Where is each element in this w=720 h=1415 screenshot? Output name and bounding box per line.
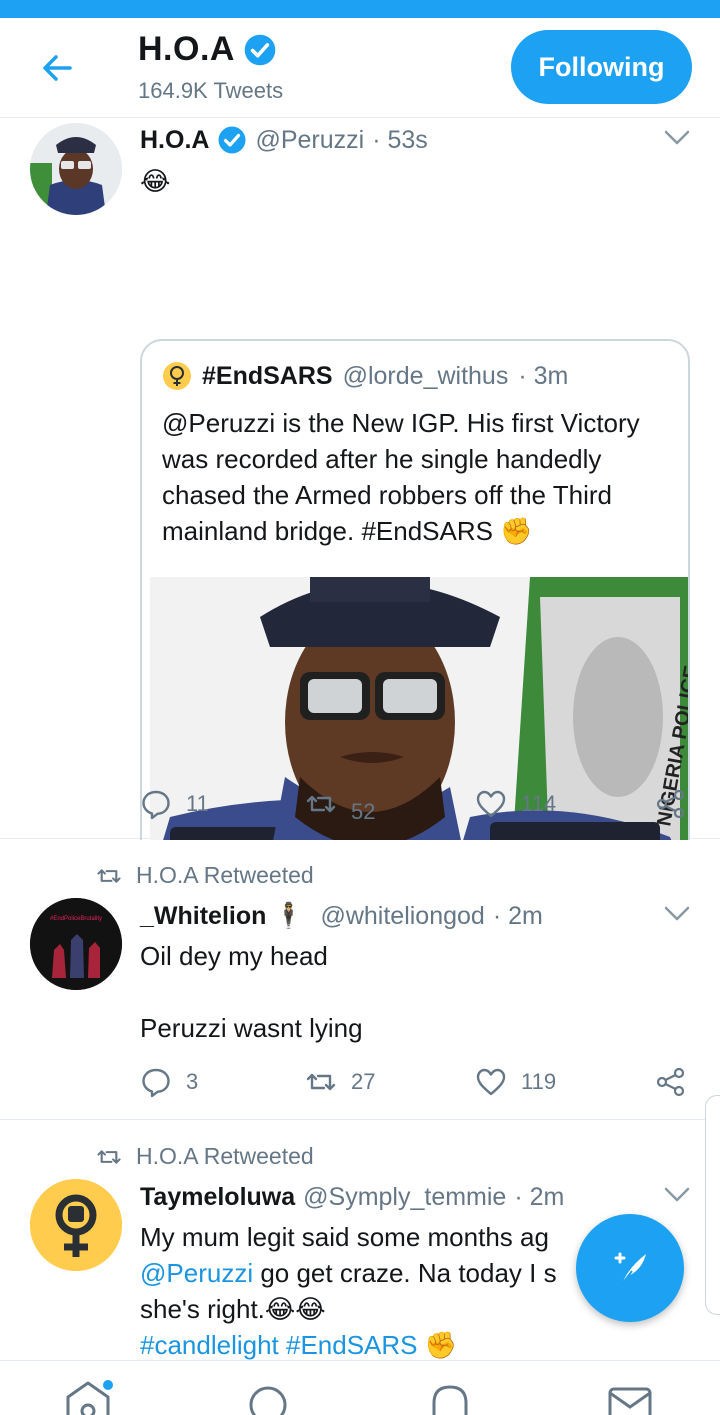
tweet-time: · 53s xyxy=(372,125,428,154)
avatar[interactable] xyxy=(30,123,122,215)
back-arrow-icon[interactable] xyxy=(36,46,80,90)
tweet-actions: 3 27 119 xyxy=(140,1066,695,1106)
like-icon xyxy=(476,1068,506,1096)
quote-author-name: #EndSARS xyxy=(202,361,333,390)
tweet-text-line: she's right.😂😂 xyxy=(140,1294,326,1324)
tweet-header: H.O.A @Peruzzi · 53s xyxy=(140,125,428,155)
status-bar xyxy=(0,0,720,18)
author-handle[interactable]: @whiteliongod xyxy=(320,902,484,931)
retweet-count: 27 xyxy=(351,1069,376,1094)
chevron-down-icon[interactable] xyxy=(663,129,691,147)
profile-header: H.O.A 164.9K Tweets Following xyxy=(0,18,720,118)
notifications-icon[interactable] xyxy=(420,1375,480,1415)
author-name[interactable]: H.O.A xyxy=(140,126,209,155)
tweet-text-line: Peruzzi wasnt lying xyxy=(140,1013,363,1043)
author-name[interactable]: _Whitelion 🕴 xyxy=(140,902,304,931)
tweet-text-line: My mum legit said some months ag xyxy=(140,1222,549,1252)
like-icon xyxy=(476,790,506,818)
tweet-text-line: @Peruzzi go get craze. Na today I s xyxy=(140,1255,557,1291)
profile-name: H.O.A xyxy=(138,30,235,68)
retweet-icon xyxy=(97,868,121,883)
quote-time: · 3m xyxy=(518,361,569,390)
like-button[interactable]: 119 xyxy=(475,1066,556,1098)
verified-icon xyxy=(218,126,246,154)
compose-icon xyxy=(614,1252,646,1285)
tweet-text: 😂 xyxy=(140,166,171,196)
quote-author-handle: @lorde_withus xyxy=(342,361,509,390)
retweeted-by-label: H.O.A Retweeted xyxy=(136,862,314,888)
share-button[interactable] xyxy=(655,1066,687,1098)
home-icon[interactable] xyxy=(58,1375,118,1415)
retweet-icon xyxy=(97,1149,121,1164)
feminist-fist-icon xyxy=(163,362,191,390)
verified-icon xyxy=(244,34,276,65)
bottom-navigation xyxy=(0,1360,720,1415)
messages-icon[interactable] xyxy=(600,1375,660,1415)
tweet-header: Taymeloluwa @Symply_temmie · 2m xyxy=(140,1183,564,1212)
hashtag-links[interactable]: #candlelight #EndSARS ✊ xyxy=(140,1327,457,1363)
reply-icon xyxy=(142,1068,170,1098)
retweet-icon xyxy=(306,1073,336,1091)
chevron-down-icon[interactable] xyxy=(663,905,691,923)
like-count: 119 xyxy=(521,1069,557,1094)
tweet-time: · 2m xyxy=(492,902,543,930)
avatar[interactable]: #EndPoliceBrutality xyxy=(30,898,122,990)
retweet-count: 52 xyxy=(351,799,376,824)
tweet-count: 164.9K Tweets xyxy=(138,78,284,103)
share-icon xyxy=(656,1067,685,1097)
retweeted-by: H.O.A Retweeted xyxy=(96,1143,314,1170)
tweet-actions: 11 52 114 xyxy=(140,788,695,828)
tweet-text-fragment: go get craze. Na today I s xyxy=(253,1258,557,1288)
like-button[interactable]: 114 xyxy=(475,788,556,820)
compose-tweet-button[interactable] xyxy=(576,1214,684,1322)
retweeted-by-label: H.O.A Retweeted xyxy=(136,1143,314,1169)
reply-button[interactable]: 11 xyxy=(140,788,209,820)
author-handle[interactable]: @Symply_temmie xyxy=(303,1183,506,1212)
reply-icon xyxy=(142,790,170,820)
share-button[interactable] xyxy=(655,788,687,820)
following-button[interactable]: Following xyxy=(511,30,692,104)
side-panel-handle[interactable] xyxy=(705,1095,720,1315)
author-handle[interactable]: @Peruzzi xyxy=(255,126,364,155)
tweet-header: _Whitelion 🕴 @whiteliongod · 2m xyxy=(140,902,543,931)
profile-name-row: H.O.A xyxy=(138,30,277,69)
reply-count: 11 xyxy=(186,791,209,816)
tweet[interactable]: H.O.A @Peruzzi · 53s 😂 #EndSARS @lorde_w… xyxy=(0,119,720,884)
quote-text: @Peruzzi is the New IGP. His first Victo… xyxy=(162,408,640,546)
search-icon[interactable] xyxy=(238,1375,298,1415)
mention-link[interactable]: @Peruzzi xyxy=(140,1258,253,1288)
reply-button[interactable]: 3 xyxy=(140,1066,198,1098)
retweet-icon xyxy=(306,795,336,813)
tweet[interactable]: H.O.A Retweeted #EndPoliceBrutality _Whi… xyxy=(0,840,720,1120)
tweet-text-line: Oil dey my head xyxy=(140,941,328,971)
quote-photo[interactable]: NIGERIA POLICE xyxy=(150,577,688,882)
retweet-button[interactable]: 52 xyxy=(305,788,375,824)
retweeted-by: H.O.A Retweeted xyxy=(96,862,314,889)
quote-header: #EndSARS @lorde_withus · 3m xyxy=(162,361,568,391)
tweet-time: · 2m xyxy=(514,1183,565,1211)
author-name[interactable]: Taymeloluwa xyxy=(140,1183,295,1212)
share-icon xyxy=(656,789,685,819)
avatar-caption: #EndPoliceBrutality xyxy=(50,916,102,922)
retweet-button[interactable]: 27 xyxy=(305,1066,375,1098)
reply-count: 3 xyxy=(186,1069,199,1094)
chevron-down-icon[interactable] xyxy=(663,1186,691,1204)
avatar[interactable] xyxy=(30,1179,122,1271)
like-count: 114 xyxy=(521,791,557,816)
